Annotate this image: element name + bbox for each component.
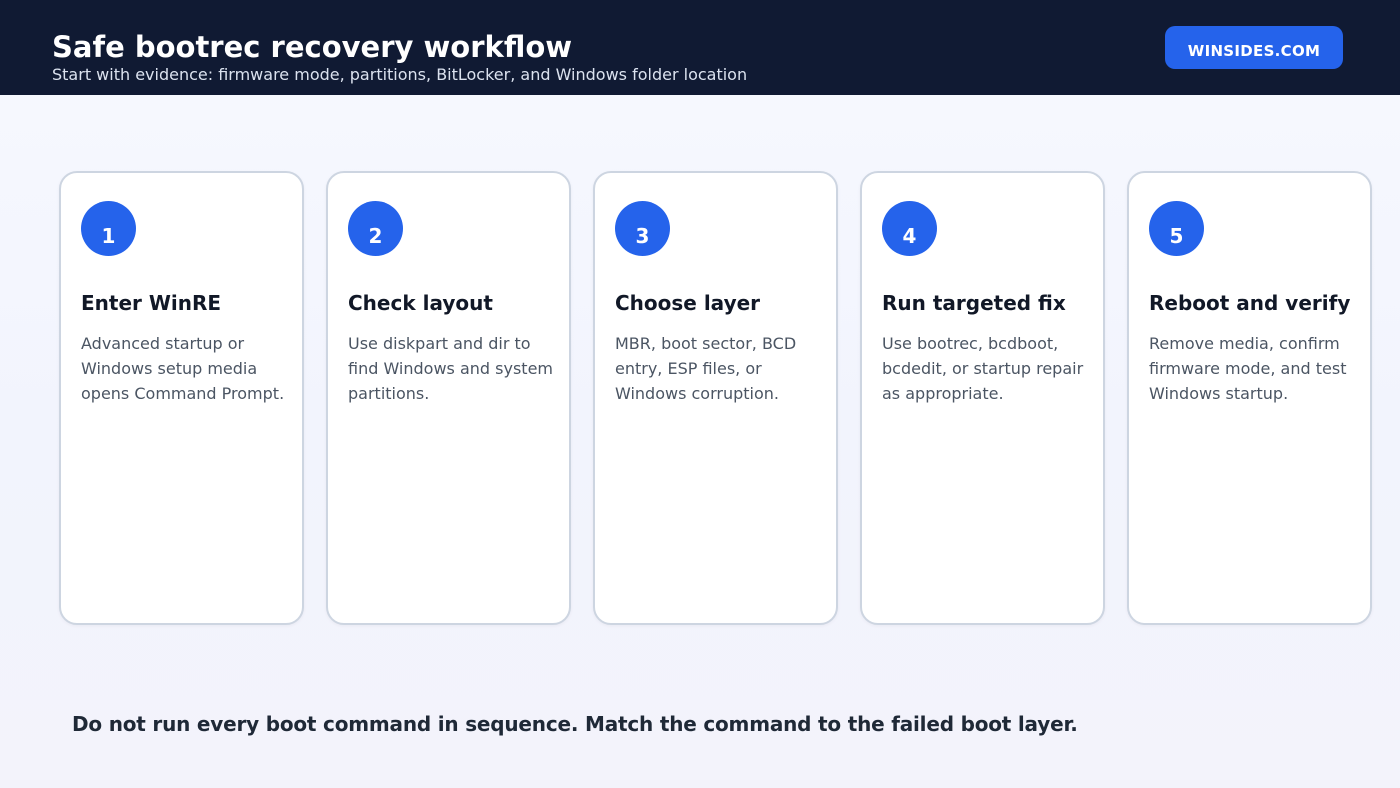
step-number-badge: 4 [882, 201, 937, 256]
step-title: Reboot and verify [1149, 291, 1351, 315]
step-description: MBR, boot sector, BCD entry, ESP files, … [615, 334, 797, 403]
step-card-4: 4 Run targeted fix Use bootrec, bcdboot,… [860, 171, 1105, 625]
step-title: Choose layer [615, 291, 761, 315]
step-description: Use diskpart and dir to find Windows and… [348, 334, 553, 403]
step-card-5: 5 Reboot and verify Remove media, confir… [1127, 171, 1372, 625]
page-subtitle: Start with evidence: firmware mode, part… [52, 65, 748, 84]
step-description: Use bootrec, bcdboot, bcdedit, or startu… [882, 334, 1084, 403]
step-number-badge: 1 [81, 201, 136, 256]
step-card-1: 1 Enter WinRE Advanced startup or Window… [59, 171, 304, 625]
step-number-badge: 3 [615, 201, 670, 256]
step-title: Run targeted fix [882, 291, 1066, 315]
step-description: Remove media, confirm firmware mode, and… [1149, 334, 1347, 403]
step-title: Enter WinRE [81, 291, 222, 315]
step-description: Advanced startup or Windows setup media … [81, 334, 285, 403]
footer-note: Do not run every boot command in sequenc… [72, 712, 1078, 736]
step-title: Check layout [348, 291, 493, 315]
step-card-2: 2 Check layout Use diskpart and dir to f… [326, 171, 571, 625]
step-number-badge: 5 [1149, 201, 1204, 256]
step-number-badge: 2 [348, 201, 403, 256]
header-bar: Safe bootrec recovery workflow Start wit… [0, 0, 1400, 95]
step-card-3: 3 Choose layer MBR, boot sector, BCD ent… [593, 171, 838, 625]
page-title: Safe bootrec recovery workflow [52, 30, 573, 64]
brand-badge: WINSIDES.COM [1165, 26, 1343, 69]
